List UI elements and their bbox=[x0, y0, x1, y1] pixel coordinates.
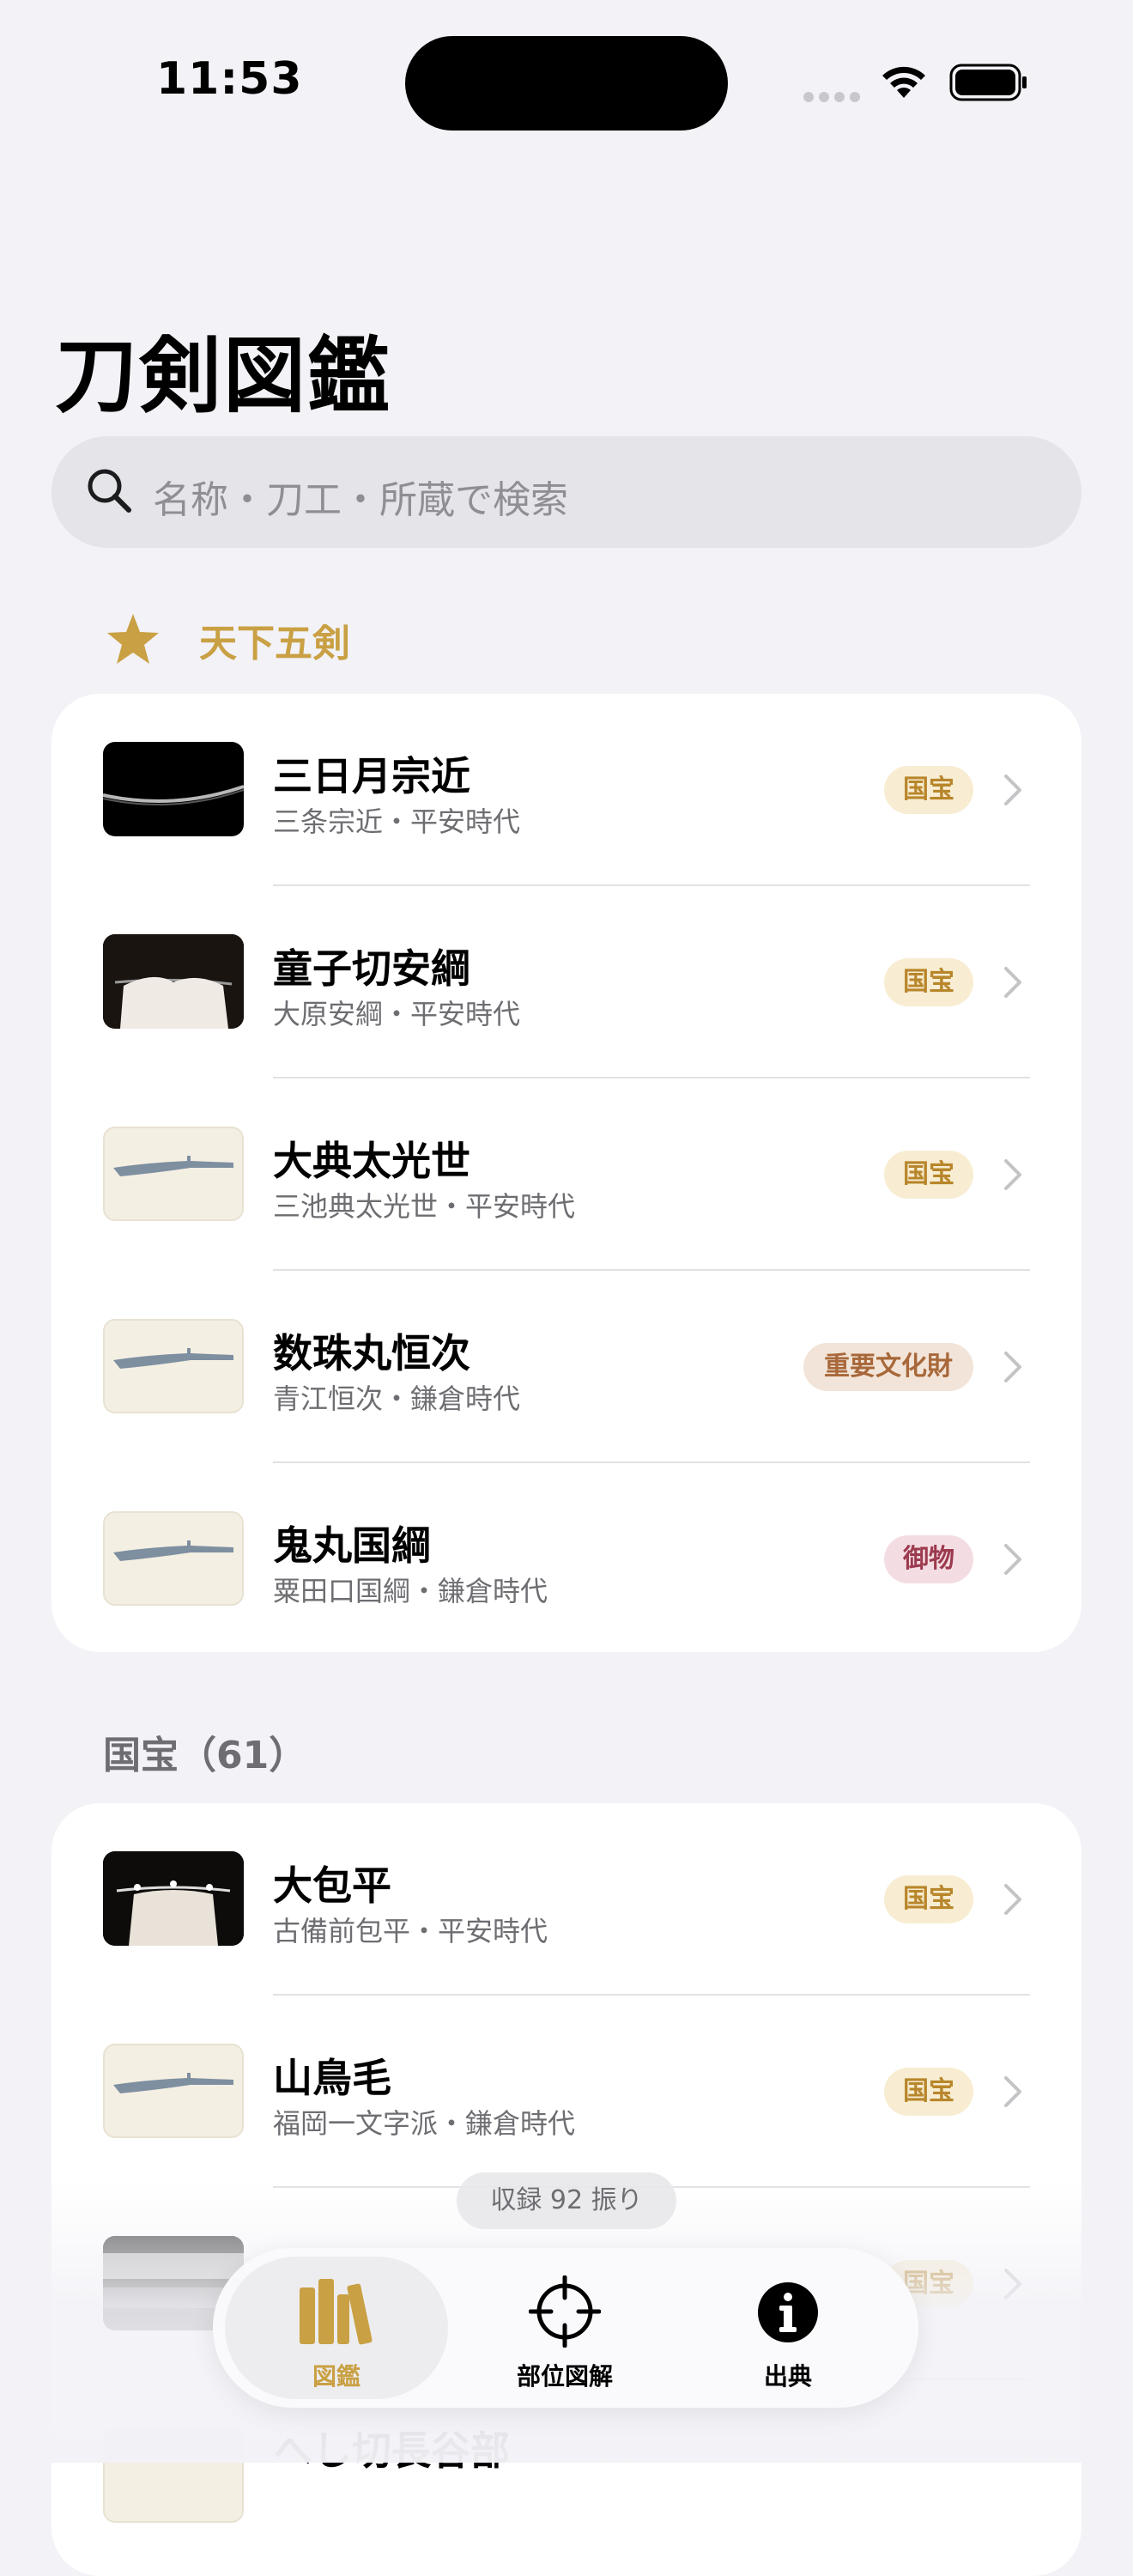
section-title: 国宝（61） bbox=[103, 1734, 307, 1777]
item-name: 童子切安綱 bbox=[273, 945, 470, 992]
tab-label: 図鑑 bbox=[312, 2362, 360, 2391]
item-name: 大包平 bbox=[273, 1862, 391, 1909]
dynamic-island bbox=[405, 36, 728, 131]
item-name: 大典太光世 bbox=[273, 1138, 470, 1184]
status-badge: 御物 bbox=[884, 1535, 973, 1583]
search-icon bbox=[88, 469, 131, 513]
status-badge: 国宝 bbox=[884, 1151, 973, 1199]
cellular-signal-icon bbox=[803, 89, 865, 106]
books-icon bbox=[300, 2279, 373, 2345]
item-subtitle: 福岡一文字派・鎌倉時代 bbox=[273, 2107, 576, 2140]
search-field[interactable]: 名称・刀工・所蔵で検索 bbox=[52, 436, 1082, 548]
sword-thumbnail bbox=[103, 1511, 244, 1606]
sword-thumbnail bbox=[103, 742, 244, 836]
item-count-pill: 収録 92 振り bbox=[457, 2172, 676, 2229]
search-placeholder: 名称・刀工・所蔵で検索 bbox=[153, 478, 568, 522]
sword-thumbnail bbox=[103, 1319, 244, 1413]
list-item[interactable]: 三日月宗近 三条宗近・平安時代 国宝 bbox=[52, 694, 1082, 886]
sword-thumbnail bbox=[103, 1851, 244, 1946]
item-name: 数珠丸恒次 bbox=[273, 1330, 470, 1376]
list-item[interactable]: 大典太光世 三池典太光世・平安時代 国宝 bbox=[52, 1078, 1082, 1271]
chevron-right-icon bbox=[1004, 1544, 1021, 1575]
tab-zukan[interactable]: 図鑑 bbox=[225, 2257, 448, 2399]
item-name: 山鳥毛 bbox=[273, 2055, 391, 2101]
tab-bar: 図鑑 部位図解 出典 bbox=[213, 2248, 918, 2408]
item-subtitle: 青江恒次・鎌倉時代 bbox=[273, 1382, 521, 1415]
section-title: 天下五剣 bbox=[199, 622, 350, 665]
tab-shutten[interactable]: 出典 bbox=[676, 2257, 900, 2399]
status-badge: 重要文化財 bbox=[803, 1343, 973, 1391]
tab-label: 出典 bbox=[763, 2362, 812, 2391]
list-item[interactable]: 鬼丸国綱 粟田口国綱・鎌倉時代 御物 bbox=[52, 1463, 1082, 1652]
list-item[interactable]: 童子切安綱 大原安綱・平安時代 国宝 bbox=[52, 886, 1082, 1078]
list-item[interactable]: 数珠丸恒次 青江恒次・鎌倉時代 重要文化財 bbox=[52, 1271, 1082, 1463]
sword-thumbnail bbox=[103, 2044, 244, 2138]
chevron-right-icon bbox=[1004, 1352, 1021, 1382]
chevron-right-icon bbox=[1004, 1159, 1021, 1190]
status-badge: 国宝 bbox=[884, 1875, 973, 1923]
list-item[interactable]: 大包平 古備前包平・平安時代 国宝 bbox=[52, 1803, 1082, 1996]
status-badge: 国宝 bbox=[884, 958, 973, 1006]
crosshair-icon bbox=[529, 2275, 601, 2348]
page-title: 刀剣図鑑 bbox=[55, 328, 391, 424]
wifi-icon bbox=[882, 66, 925, 98]
item-name: 鬼丸国綱 bbox=[273, 1522, 431, 1569]
status-time: 11:53 bbox=[156, 53, 303, 105]
tenka-goken-list: 三日月宗近 三条宗近・平安時代 国宝 童子切安綱 大原安綱・平安時代 国宝 大典… bbox=[52, 694, 1082, 1652]
chevron-right-icon bbox=[1004, 2076, 1021, 2107]
star-icon bbox=[107, 614, 159, 664]
item-name: 三日月宗近 bbox=[273, 753, 470, 799]
chevron-right-icon bbox=[1004, 1884, 1021, 1915]
item-subtitle: 古備前包平・平安時代 bbox=[273, 1915, 548, 1947]
sword-thumbnail bbox=[103, 934, 244, 1029]
item-subtitle: 粟田口国綱・鎌倉時代 bbox=[273, 1575, 548, 1607]
section-header-kokuho: 国宝（61） bbox=[103, 1724, 306, 1779]
item-subtitle: 大原安綱・平安時代 bbox=[273, 998, 521, 1030]
item-subtitle: 三条宗近・平安時代 bbox=[273, 805, 521, 838]
tab-buui-zukai[interactable]: 部位図解 bbox=[453, 2257, 676, 2399]
status-badge: 国宝 bbox=[884, 2068, 973, 2116]
list-item[interactable]: 山鳥毛 福岡一文字派・鎌倉時代 国宝 bbox=[52, 1996, 1082, 2188]
chevron-right-icon bbox=[1004, 967, 1021, 998]
status-badge: 国宝 bbox=[884, 766, 973, 814]
info-icon bbox=[758, 2282, 818, 2342]
chevron-right-icon bbox=[1004, 775, 1021, 805]
tab-label: 部位図解 bbox=[516, 2362, 613, 2391]
battery-icon bbox=[949, 64, 1027, 101]
item-subtitle: 三池典太光世・平安時代 bbox=[273, 1190, 576, 1223]
sword-thumbnail bbox=[103, 1127, 244, 1221]
section-header-tenka-goken: 天下五剣 bbox=[105, 611, 350, 668]
